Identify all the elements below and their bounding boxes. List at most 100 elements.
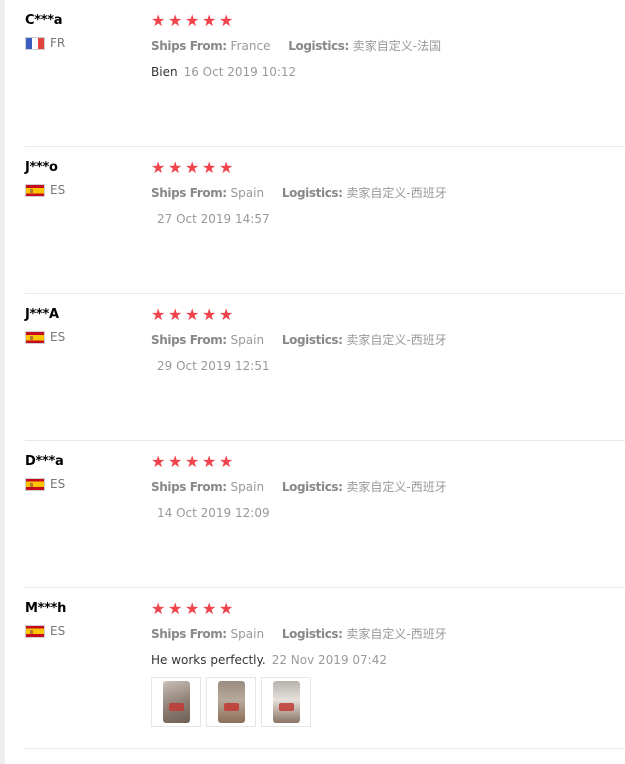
review-date: 27 Oct 2019 14:57 xyxy=(157,212,270,226)
left-border xyxy=(0,0,5,764)
logistics-value: 卖家自定义-西班牙 xyxy=(346,480,447,494)
review-meta: Ships From: France Logistics: 卖家自定义-法国 xyxy=(151,37,621,54)
star-icon: ★ xyxy=(219,599,235,618)
logistics-label: Logistics: xyxy=(281,480,343,494)
ships-from-value: Spain xyxy=(230,333,265,347)
review-photo-thumbnail[interactable] xyxy=(151,677,201,727)
star-icon: ★ xyxy=(151,599,167,618)
review-content: He works perfectly. 22 Nov 2019 07:42 xyxy=(151,653,621,667)
country-code: ES xyxy=(50,624,66,638)
review-photo-thumbnail[interactable] xyxy=(261,677,311,727)
reviewer-name: C***a xyxy=(25,13,63,28)
star-icon: ★ xyxy=(168,158,184,177)
review-body: ★ ★ ★ ★ ★ Ships From: Spain Logistics: 卖家自定义… xyxy=(151,160,621,227)
review-date: 16 Oct 2019 10:12 xyxy=(183,65,297,79)
logistics-label: Logistics: xyxy=(281,627,343,641)
review-meta: Ships From: Spain Logistics: 卖家自定义-西班牙 xyxy=(151,478,621,495)
reviewer-name: J***o xyxy=(25,160,58,175)
flag-spain-icon xyxy=(25,183,45,197)
reviewer-name: J***A xyxy=(25,307,59,322)
star-rating: ★ ★ ★ ★ ★ xyxy=(151,160,621,176)
review-content: 14 Oct 2019 12:09 xyxy=(151,506,621,520)
star-icon: ★ xyxy=(202,599,218,618)
country-code: FR xyxy=(50,36,66,50)
star-icon: ★ xyxy=(168,11,184,30)
review-body: ★ ★ ★ ★ ★ Ships From: Spain Logistics: 卖家自定义… xyxy=(151,454,621,521)
review-photo-thumbnail[interactable] xyxy=(206,677,256,727)
review-photo-image xyxy=(217,681,245,723)
star-icon: ★ xyxy=(151,305,167,324)
star-icon: ★ xyxy=(185,305,201,324)
review-meta: Ships From: Spain Logistics: 卖家自定义-西班牙 xyxy=(151,184,621,201)
star-rating: ★ ★ ★ ★ ★ xyxy=(151,601,621,617)
flag-france-icon xyxy=(25,36,45,50)
country-code: ES xyxy=(50,183,66,197)
star-icon: ★ xyxy=(202,158,218,177)
logistics-value: 卖家自定义-西班牙 xyxy=(346,627,447,641)
review-content: 29 Oct 2019 12:51 xyxy=(151,359,621,373)
review-body: ★ ★ ★ ★ ★ Ships From: Spain Logistics: 卖家自定义… xyxy=(151,305,621,374)
logistics-label: Logistics: xyxy=(281,186,343,200)
logistics-label: Logistics: xyxy=(281,333,343,347)
review-item: M***h ES ★ ★ ★ ★ ★ Ships From: Spain Logisti… xyxy=(25,588,625,749)
review-body: ★ ★ ★ ★ ★ Ships From: France Logistics: 卖家自定… xyxy=(151,11,621,80)
reviewer-country: ES xyxy=(25,477,145,491)
star-icon: ★ xyxy=(185,452,201,471)
reviewer-country: ES xyxy=(25,183,145,197)
reviewer-country: ES xyxy=(25,624,145,638)
star-icon: ★ xyxy=(219,305,235,324)
flag-spain-icon xyxy=(25,624,45,638)
reviewer-name: M***h xyxy=(25,601,67,616)
star-icon: ★ xyxy=(202,305,218,324)
country-code: ES xyxy=(50,330,66,344)
logistics-value: 卖家自定义-西班牙 xyxy=(346,333,447,347)
reviewer-info: J***A ES xyxy=(25,307,145,344)
star-icon: ★ xyxy=(151,11,167,30)
feedback-list: C***a FR ★ ★ ★ ★ ★ Ships From: France Logist… xyxy=(25,0,625,749)
review-item: C***a FR ★ ★ ★ ★ ★ Ships From: France Logist… xyxy=(25,0,625,147)
logistics-value: 卖家自定义-西班牙 xyxy=(346,186,447,200)
star-icon: ★ xyxy=(168,599,184,618)
ships-from-value: Spain xyxy=(230,627,265,641)
reviewer-country: ES xyxy=(25,330,145,344)
review-item: J***o ES ★ ★ ★ ★ ★ Ships From: Spain Logisti… xyxy=(25,147,625,294)
review-date: 14 Oct 2019 12:09 xyxy=(157,506,270,520)
star-icon: ★ xyxy=(151,452,167,471)
star-icon: ★ xyxy=(219,158,235,177)
country-code: ES xyxy=(50,477,66,491)
review-photo-image xyxy=(162,681,190,723)
star-icon: ★ xyxy=(185,11,201,30)
reviewer-info: J***o ES xyxy=(25,160,145,197)
ships-from-label: Ships From: xyxy=(151,627,227,641)
star-icon: ★ xyxy=(185,158,201,177)
review-item: J***A ES ★ ★ ★ ★ ★ Ships From: Spain Logisti… xyxy=(25,294,625,441)
reviewer-name: D***a xyxy=(25,454,64,469)
review-meta: Ships From: Spain Logistics: 卖家自定义-西班牙 xyxy=(151,625,621,642)
review-item: D***a ES ★ ★ ★ ★ ★ Ships From: Spain Logisti… xyxy=(25,441,625,588)
logistics-label: Logistics: xyxy=(288,39,349,53)
star-icon: ★ xyxy=(151,158,167,177)
ships-from-value: Spain xyxy=(230,186,265,200)
star-icon: ★ xyxy=(168,305,184,324)
star-rating: ★ ★ ★ ★ ★ xyxy=(151,454,621,470)
review-meta: Ships From: Spain Logistics: 卖家自定义-西班牙 xyxy=(151,331,621,348)
logistics-value: 卖家自定义-法国 xyxy=(352,39,442,53)
ships-from-label: Ships From: xyxy=(151,480,227,494)
ships-from-label: Ships From: xyxy=(151,186,227,200)
review-photos xyxy=(151,677,621,727)
review-photo-image xyxy=(272,681,300,723)
review-body: ★ ★ ★ ★ ★ Ships From: Spain Logistics: 卖家自定义… xyxy=(151,601,621,727)
review-date: 29 Oct 2019 12:51 xyxy=(157,359,270,373)
ships-from-value: France xyxy=(230,39,271,53)
star-icon: ★ xyxy=(202,452,218,471)
star-icon: ★ xyxy=(219,11,235,30)
review-date: 22 Nov 2019 07:42 xyxy=(271,653,387,667)
reviewer-info: C***a FR xyxy=(25,13,145,50)
star-icon: ★ xyxy=(202,11,218,30)
reviewer-info: M***h ES xyxy=(25,601,145,638)
flag-spain-icon xyxy=(25,477,45,491)
star-icon: ★ xyxy=(185,599,201,618)
reviewer-country: FR xyxy=(25,36,145,50)
review-comment: He works perfectly. xyxy=(151,653,266,667)
star-icon: ★ xyxy=(168,452,184,471)
